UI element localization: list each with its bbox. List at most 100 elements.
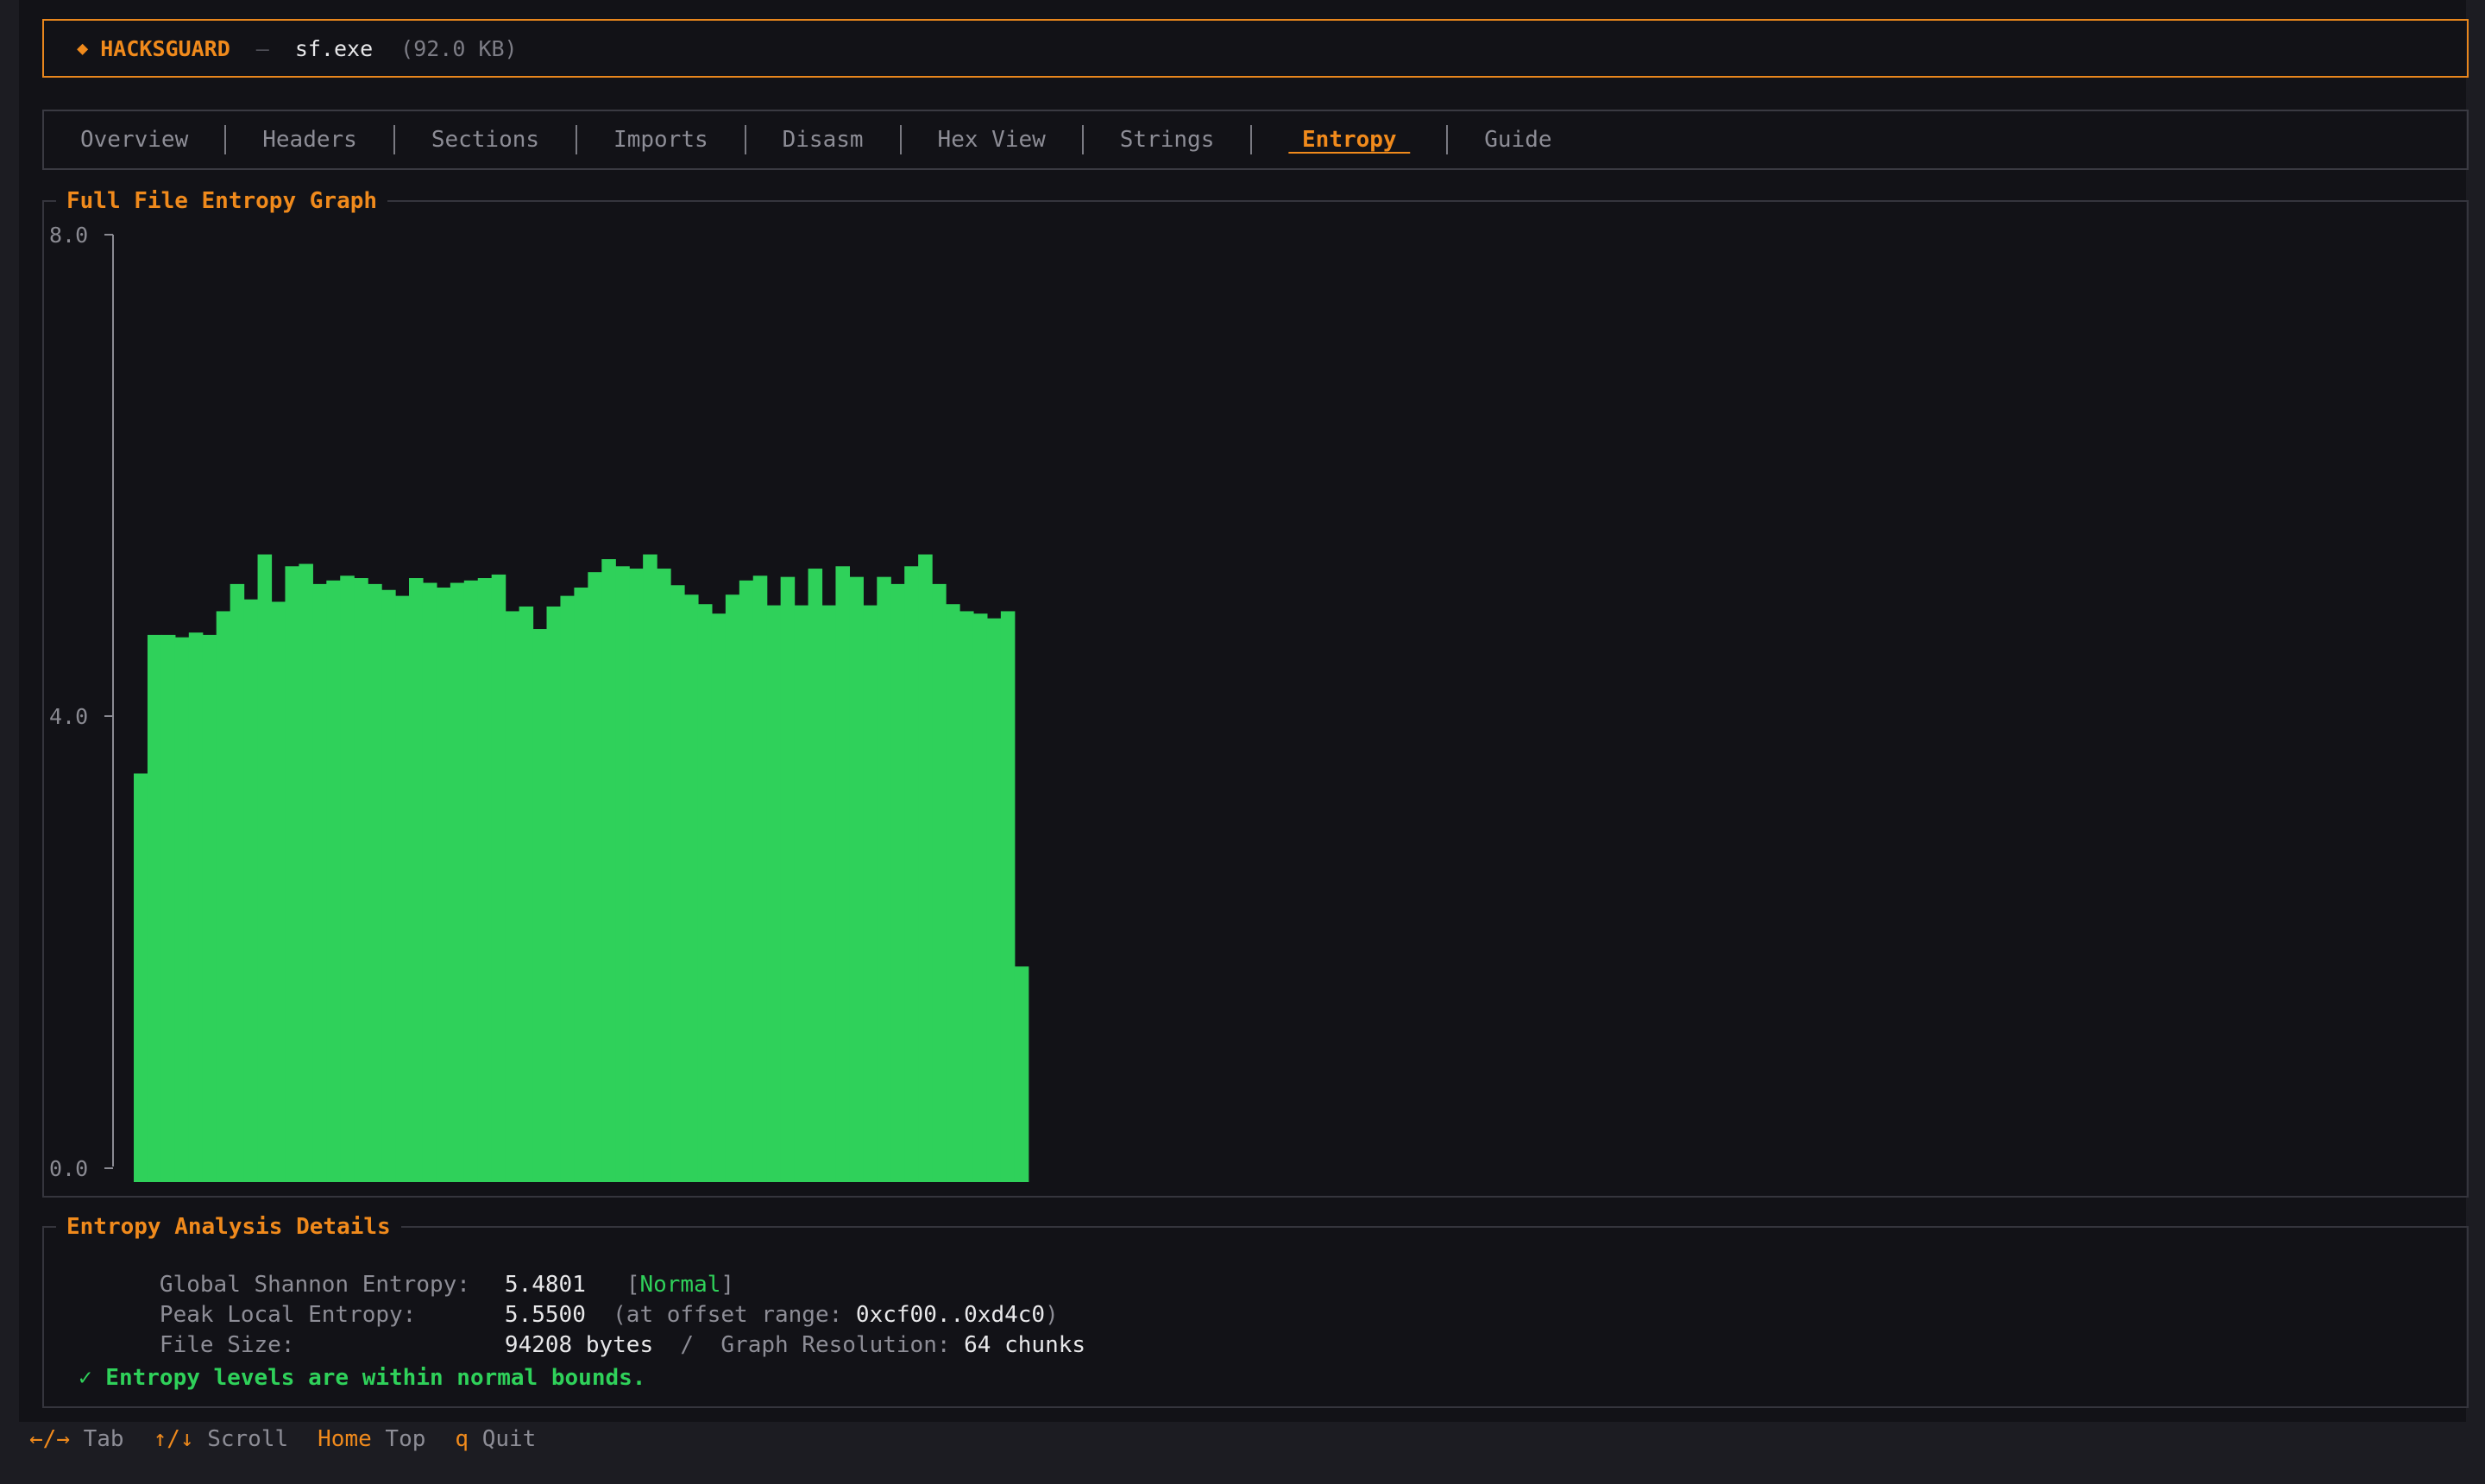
app-window: ◆ HACKSGUARD — sf.exe (92.0 KB) Overview… [19,0,2469,1422]
entropy-bar [918,554,933,1182]
tab-divider [393,125,395,154]
entropy-bar [230,583,245,1182]
entropy-bar [560,595,575,1182]
y-tick-label: 0.0 [49,1156,88,1181]
entropy-status-message: ✓ Entropy levels are within normal bound… [79,1365,646,1391]
file-size-label: File Size: [159,1332,295,1358]
tab-guide[interactable]: Guide [1482,127,1553,153]
y-tick-label: 8.0 [49,223,88,248]
entropy-bar [615,566,630,1182]
entropy-bar [271,601,286,1182]
entropy-bar [794,605,809,1182]
file-size: (92.0 KB) [400,35,518,61]
entropy-bar [519,606,534,1182]
entropy-bar [409,578,424,1182]
entropy-bar [986,618,1002,1182]
entropy-bar [684,594,699,1182]
entropy-bar [739,580,754,1182]
tab-divider [1250,125,1253,154]
entropy-bar [463,580,479,1182]
tab-sections[interactable]: Sections [430,127,541,153]
tab-imports[interactable]: Imports [612,127,710,153]
tab-strings[interactable]: Strings [1118,127,1217,153]
entropy-bar [835,566,850,1182]
tab-hex-view[interactable]: Hex View [936,127,1047,153]
y-tick-label: 4.0 [49,704,88,729]
tab-divider [899,125,902,154]
entropy-bar [450,582,465,1182]
key-tab-desc: Tab [83,1426,124,1452]
entropy-bar [312,583,327,1182]
entropy-bar [643,554,657,1182]
entropy-chart: 8.0 4.0 0.0 [49,223,1029,1182]
title-bar: ◆ HACKSGUARD — sf.exe (92.0 KB) [42,19,2469,78]
entropy-bar [711,613,727,1182]
entropy-bar [422,582,437,1182]
entropy-bar [326,580,341,1182]
entropy-bar [725,594,740,1182]
tab-divider [224,125,227,154]
key-tab: ←/→ [29,1426,70,1452]
entropy-bar [477,578,493,1182]
file-size-value: 94208 bytes [504,1332,654,1358]
title-separator: — [255,35,269,61]
entropy-bar [946,604,960,1182]
entropy-bar [188,632,204,1182]
tab-overview[interactable]: Overview [79,127,190,153]
entropy-bar [436,588,451,1182]
entropy-bar [368,583,382,1182]
entropy-bar [849,576,864,1182]
entropy-bar [134,773,148,1182]
entropy-bar [752,575,768,1182]
entropy-bar [216,611,231,1182]
tab-divider [744,125,746,154]
entropy-bar [890,583,905,1182]
entropy-bar [395,595,410,1182]
entropy-bar [808,569,823,1182]
tab-bar: Overview Headers Sections Imports Disasm… [42,110,2469,170]
file-name: sf.exe [294,35,374,61]
entropy-graph-panel: Full File Entropy Graph 8.0 4.0 0.0 [42,186,2469,1198]
tab-disasm[interactable]: Disasm [781,127,865,153]
entropy-bar [505,611,520,1182]
key-home: Home [318,1426,372,1452]
tab-headers[interactable]: Headers [261,127,359,153]
diamond-icon: ◆ [77,37,89,60]
entropy-bar [657,569,671,1182]
entropy-bar [1014,966,1029,1182]
graph-resolution-value: 64 chunks [964,1332,1086,1358]
entropy-bar [532,629,548,1182]
entropy-bar [932,583,947,1182]
entropy-bar [381,589,396,1182]
entropy-bar [546,606,562,1182]
entropy-bar [904,566,919,1182]
graph-resolution-label: Graph Resolution: [720,1332,951,1358]
app-brand: HACKSGUARD [100,35,230,61]
entropy-bar [299,563,313,1182]
tab-divider [1081,125,1084,154]
entropy-bar [863,605,878,1182]
entropy-bar [1000,611,1016,1182]
entropy-bar [959,611,974,1182]
entropy-bar [780,576,796,1182]
tab-divider [576,125,578,154]
entropy-bar [972,613,988,1182]
key-scroll: ↑/↓ [153,1426,194,1452]
entropy-bar [588,572,602,1182]
entropy-bar [574,588,588,1182]
details-slash: / [680,1332,695,1358]
entropy-bar [257,554,273,1182]
entropy-bar [354,578,368,1182]
entropy-bar [285,566,299,1182]
entropy-bar [202,634,217,1182]
entropy-details-panel: Entropy Analysis Details Global Shannon … [42,1212,2469,1408]
key-home-desc: Top [385,1426,426,1452]
entropy-bar [243,599,259,1182]
key-quit: q [455,1426,469,1452]
entropy-bar [491,574,506,1182]
key-scroll-desc: Scroll [207,1426,289,1452]
details-panel-title: Entropy Analysis Details [56,1212,401,1242]
entropy-bar [877,576,891,1182]
entropy-bar [147,634,162,1182]
tab-entropy[interactable]: Entropy [1287,127,1412,153]
